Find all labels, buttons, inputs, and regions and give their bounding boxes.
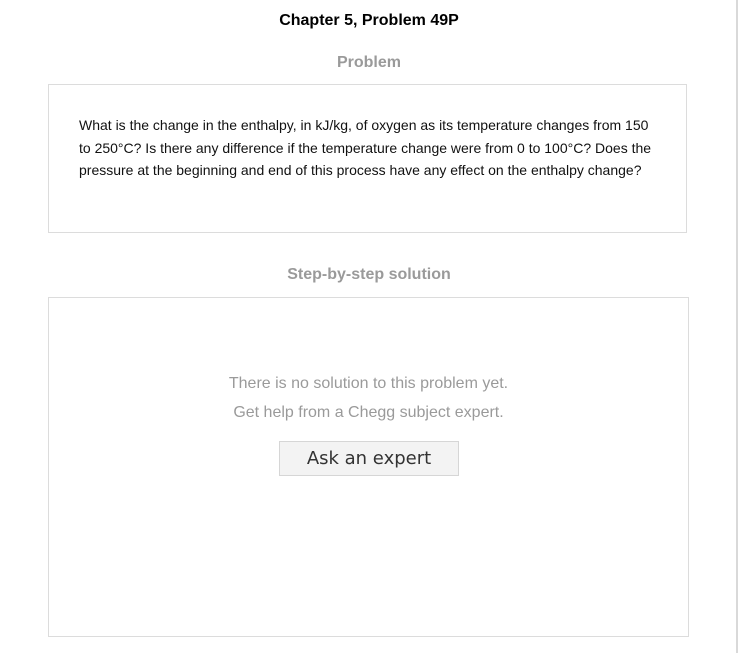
solution-heading: Step-by-step solution xyxy=(287,266,451,283)
expert-help-message: Get help from a Chegg subject expert. xyxy=(233,404,504,421)
problem-box: What is the change in the enthalpy, in k… xyxy=(48,84,687,233)
ask-an-expert-button[interactable]: Ask an expert xyxy=(279,441,459,476)
no-solution-message: There is no solution to this problem yet… xyxy=(228,375,509,392)
problem-text: What is the change in the enthalpy, in k… xyxy=(79,117,652,178)
solution-box: There is no solution to this problem yet… xyxy=(48,297,689,637)
problem-heading: Problem xyxy=(336,54,401,71)
chapter-title: Chapter 5, Problem 49P xyxy=(279,12,459,29)
